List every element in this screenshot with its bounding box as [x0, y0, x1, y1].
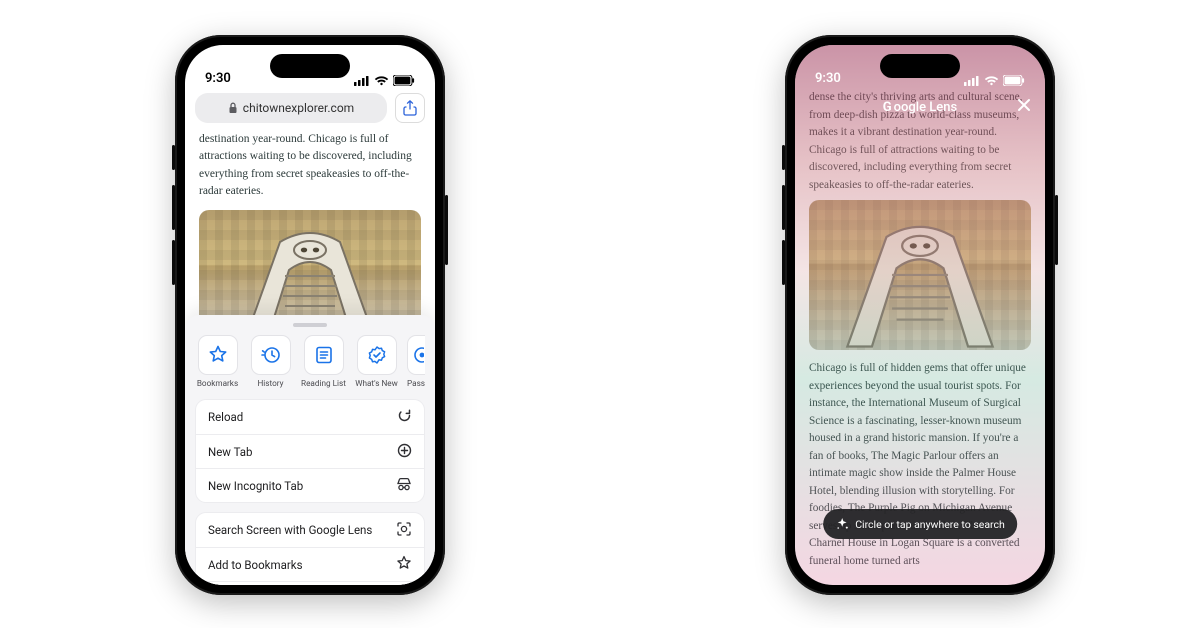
url-text: chitownexplorer.com [243, 101, 354, 115]
sheet-grabber[interactable] [293, 323, 327, 327]
browser-menu-sheet: Bookmarks History Reading List What's Ne… [185, 315, 435, 585]
tile-pass-partial[interactable]: Pass [407, 335, 425, 389]
phone-left: 9:30 chitownexplorer.com destination yea… [175, 35, 445, 595]
article-text: destination year-round. Chicago is full … [199, 131, 421, 200]
battery-icon [1003, 75, 1025, 86]
menu-card-2: Search Screen with Google Lens Add to Bo… [195, 512, 425, 585]
share-icon [403, 100, 417, 116]
menu-label: New Tab [208, 445, 253, 459]
lens-icon [396, 521, 412, 540]
status-indicators [964, 75, 1025, 86]
tile-label: Pass [407, 379, 425, 389]
close-button[interactable] [1015, 96, 1033, 118]
status-time: 9:30 [205, 71, 231, 86]
status-time: 9:30 [815, 71, 841, 86]
wifi-icon [374, 76, 389, 86]
google-lens-logo: Google Lens [883, 100, 957, 115]
reading-list-icon [314, 345, 334, 365]
tile-reading-list[interactable]: Reading List [301, 335, 346, 389]
quick-tiles-row: Bookmarks History Reading List What's Ne… [195, 335, 425, 389]
lens-hint-pill: Circle or tap anywhere to search [823, 509, 1017, 539]
history-icon [261, 345, 281, 365]
tile-label: Bookmarks [197, 379, 238, 389]
lock-icon [228, 102, 238, 114]
article-photo [809, 200, 1031, 350]
dynamic-island [270, 54, 350, 78]
badge-icon [367, 345, 387, 365]
menu-add-bookmarks[interactable]: Add to Bookmarks [196, 547, 424, 581]
menu-label: Search Screen with Google Lens [208, 523, 372, 537]
menu-new-incognito[interactable]: New Incognito Tab [196, 468, 424, 502]
menu-search-lens[interactable]: Search Screen with Google Lens [196, 513, 424, 547]
tile-whats-new[interactable]: What's New [354, 335, 399, 389]
target-icon [412, 345, 424, 365]
menu-new-tab[interactable]: New Tab [196, 434, 424, 468]
menu-label: New Incognito Tab [208, 479, 303, 493]
incognito-icon [396, 477, 412, 494]
sculpture-illustration [825, 220, 1015, 350]
tile-label: What's New [355, 379, 398, 389]
menu-card-1: Reload New Tab New Incognito Tab [195, 399, 425, 503]
menu-label: Reload [208, 410, 243, 424]
tile-label: History [257, 379, 283, 389]
reload-icon [397, 408, 412, 426]
plus-circle-icon [397, 443, 412, 461]
menu-add-reading-list[interactable]: Add to Reading List [196, 581, 424, 585]
dynamic-island [880, 54, 960, 78]
close-icon [1015, 96, 1033, 114]
tile-label: Reading List [301, 379, 346, 389]
lens-brand-text: oogle Lens [894, 100, 958, 115]
lens-header: Google Lens [795, 93, 1045, 121]
star-outline-icon [396, 555, 412, 574]
status-indicators [354, 75, 415, 86]
star-icon [208, 345, 228, 365]
address-bar[interactable]: chitownexplorer.com [195, 93, 387, 123]
battery-icon [393, 75, 415, 86]
phone-right: 9:30 dense the city's thriving arts and … [785, 35, 1055, 595]
article-preview: destination year-round. Chicago is full … [185, 131, 435, 340]
tile-history[interactable]: History [248, 335, 293, 389]
menu-label: Add to Bookmarks [208, 558, 303, 572]
sparkle-icon [835, 517, 849, 531]
lens-brand-g: G [883, 100, 892, 115]
menu-reload[interactable]: Reload [196, 400, 424, 434]
share-button[interactable] [395, 93, 425, 123]
wifi-icon [984, 76, 999, 86]
tile-bookmarks[interactable]: Bookmarks [195, 335, 240, 389]
cellular-icon [964, 76, 980, 86]
cellular-icon [354, 76, 370, 86]
lens-hint-text: Circle or tap anywhere to search [855, 518, 1005, 531]
